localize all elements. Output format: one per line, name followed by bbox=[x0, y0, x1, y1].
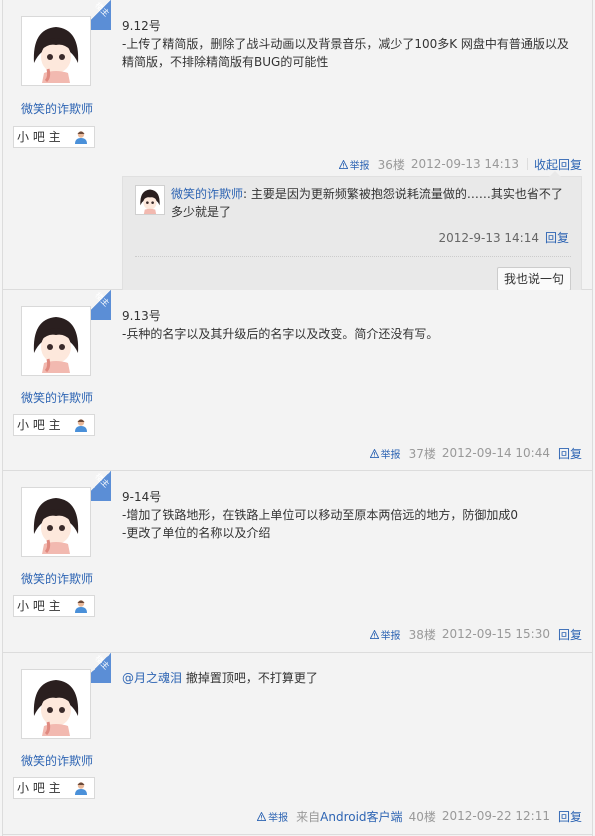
username[interactable]: 微笑的诈欺师 bbox=[3, 752, 111, 769]
badge-label: 楼主 bbox=[93, 471, 111, 490]
floor-number: 37楼 bbox=[408, 446, 436, 461]
reply-link[interactable]: 回复 bbox=[558, 445, 582, 462]
sub-line: 主要是因为更新频繁被抱怨说耗流量做的……其实也省不了 bbox=[250, 187, 563, 201]
post-content: 9-14号 -增加了铁路地形，在铁路上单位可以移动至原本两倍远的地方，防御加成0… bbox=[122, 488, 582, 542]
sub-avatar[interactable] bbox=[135, 185, 165, 215]
floor-number: 40楼 bbox=[408, 809, 436, 824]
post-content: 9.13号 -兵种的名字以及其升级后的名字以及改变。简介还没有写。 bbox=[122, 307, 582, 343]
say-something-button[interactable]: 我也说一句 bbox=[497, 267, 571, 291]
avatar[interactable] bbox=[21, 487, 91, 557]
sub-username[interactable]: 微笑的诈欺师 bbox=[171, 187, 243, 201]
role-label: 小 吧 主 bbox=[17, 418, 61, 432]
post-time: 2012-09-22 12:11 bbox=[441, 809, 550, 823]
role-badge: 小 吧 主 bbox=[13, 126, 95, 148]
username[interactable]: 微笑的诈欺师 bbox=[3, 570, 111, 587]
content-text: 撤掉置顶吧，不打算更了 bbox=[182, 671, 318, 685]
post-tail: 举报 38楼 2012-09-15 15:30 回复 bbox=[369, 626, 582, 643]
user-role-icon bbox=[75, 600, 87, 613]
client-source: 来自Android客户端 bbox=[296, 809, 403, 824]
report-link[interactable]: 举报 bbox=[369, 627, 401, 642]
avatar-icon bbox=[136, 186, 164, 214]
content-line: -更改了单位的名称以及介绍 bbox=[122, 526, 271, 540]
avatar[interactable] bbox=[21, 669, 91, 739]
content-line: 精简版，不排除精简版有BUG的可能性 bbox=[122, 55, 329, 69]
role-label: 小 吧 主 bbox=[17, 599, 61, 613]
floor-number: 36楼 bbox=[377, 157, 405, 172]
warning-icon bbox=[257, 811, 267, 821]
username[interactable]: 微笑的诈欺师 bbox=[3, 389, 111, 406]
sub-reply-text: 微笑的诈欺师: 主要是因为更新频繁被抱怨说耗流量做的……其实也省不了 多少就是了 bbox=[171, 185, 569, 221]
user-role-icon bbox=[75, 131, 87, 144]
sub-line: 多少就是了 bbox=[171, 205, 232, 219]
avatar[interactable] bbox=[21, 306, 91, 376]
post-36: 楼主 微笑的诈欺师 小 吧 主 9.12号 -上传了精简版，删除了战斗动画以及背… bbox=[3, 0, 592, 302]
subbox-arrow bbox=[549, 171, 561, 177]
divider bbox=[526, 158, 528, 170]
content-line: -兵种的名字以及其升级后的名字以及改变。简介还没有写。 bbox=[122, 327, 439, 341]
reply-link[interactable]: 回复 bbox=[558, 626, 582, 643]
post-tail: 举报 37楼 2012-09-14 10:44 回复 bbox=[369, 445, 582, 462]
avatar[interactable] bbox=[21, 16, 91, 86]
username[interactable]: 微笑的诈欺师 bbox=[3, 100, 111, 117]
reply-link[interactable]: 回复 bbox=[558, 808, 582, 825]
post-37: 楼主 微笑的诈欺师 小 吧 主 9.13号 -兵种的名字以及其升级后的名字以及改… bbox=[3, 290, 592, 471]
sub-meta: 2012-9-13 14:14 回复 bbox=[438, 229, 569, 246]
report-link[interactable]: 举报 bbox=[338, 157, 370, 172]
user-role-icon bbox=[75, 419, 87, 432]
warning-icon bbox=[369, 448, 379, 458]
sub-time: 2012-9-13 14:14 bbox=[438, 231, 539, 245]
post-40: 楼主 微笑的诈欺师 小 吧 主 @月之魂泪 撤掉置顶吧，不打算更了 举报 来自A… bbox=[3, 653, 592, 835]
post-tail: 举报 36楼 2012-09-13 14:13 收起回复 bbox=[338, 156, 582, 173]
sub-reply-item: 微笑的诈欺师: 主要是因为更新频繁被抱怨说耗流量做的……其实也省不了 多少就是了… bbox=[135, 185, 571, 257]
mention-link[interactable]: @月之魂泪 bbox=[122, 671, 182, 685]
content-line: 9-14号 bbox=[122, 490, 162, 504]
avatar-icon bbox=[24, 309, 88, 373]
content-line: 9.13号 bbox=[122, 309, 161, 323]
avatar-icon bbox=[24, 19, 88, 83]
sub-reply-link[interactable]: 回复 bbox=[545, 231, 569, 245]
badge-label: 楼主 bbox=[93, 0, 111, 19]
badge-label: 楼主 bbox=[93, 290, 111, 309]
client-link[interactable]: Android客户端 bbox=[320, 810, 402, 824]
post-content: @月之魂泪 撤掉置顶吧，不打算更了 bbox=[122, 669, 582, 687]
content-line: -上传了精简版，删除了战斗动画以及背景音乐，减少了100多K 网盘中有普通版以及 bbox=[122, 37, 569, 51]
warning-icon bbox=[338, 159, 348, 169]
post-38: 楼主 微笑的诈欺师 小 吧 主 9-14号 -增加了铁路地形，在铁路上单位可以移… bbox=[3, 471, 592, 653]
role-badge: 小 吧 主 bbox=[13, 595, 95, 617]
floor-number: 38楼 bbox=[408, 627, 436, 642]
role-label: 小 吧 主 bbox=[17, 130, 61, 144]
post-time: 2012-09-14 10:44 bbox=[441, 446, 550, 460]
post-time: 2012-09-13 14:13 bbox=[410, 157, 519, 171]
content-line: -增加了铁路地形，在铁路上单位可以移动至原本两倍远的地方，防御加成0 bbox=[122, 508, 518, 522]
avatar-icon bbox=[24, 672, 88, 736]
badge-label: 楼主 bbox=[93, 653, 111, 672]
thread-page: 楼主 微笑的诈欺师 小 吧 主 9.12号 -上传了精简版，删除了战斗动画以及背… bbox=[2, 0, 593, 836]
post-tail: 举报 来自Android客户端 40楼 2012-09-22 12:11 回复 bbox=[257, 808, 582, 824]
sub-colon: : bbox=[243, 187, 251, 201]
warning-icon bbox=[369, 629, 379, 639]
avatar-icon bbox=[24, 490, 88, 554]
collapse-reply-link[interactable]: 收起回复 bbox=[534, 156, 582, 173]
report-link[interactable]: 举报 bbox=[257, 809, 288, 824]
post-content: 9.12号 -上传了精简版，删除了战斗动画以及背景音乐，减少了100多K 网盘中… bbox=[122, 17, 582, 71]
role-badge: 小 吧 主 bbox=[13, 777, 95, 799]
role-badge: 小 吧 主 bbox=[13, 414, 95, 436]
sub-reply-box: 微笑的诈欺师: 主要是因为更新频繁被抱怨说耗流量做的……其实也省不了 多少就是了… bbox=[122, 171, 582, 302]
content-line: 9.12号 bbox=[122, 19, 161, 33]
user-role-icon bbox=[75, 782, 87, 795]
report-link[interactable]: 举报 bbox=[369, 446, 401, 461]
post-time: 2012-09-15 15:30 bbox=[441, 627, 550, 641]
role-label: 小 吧 主 bbox=[17, 781, 61, 795]
